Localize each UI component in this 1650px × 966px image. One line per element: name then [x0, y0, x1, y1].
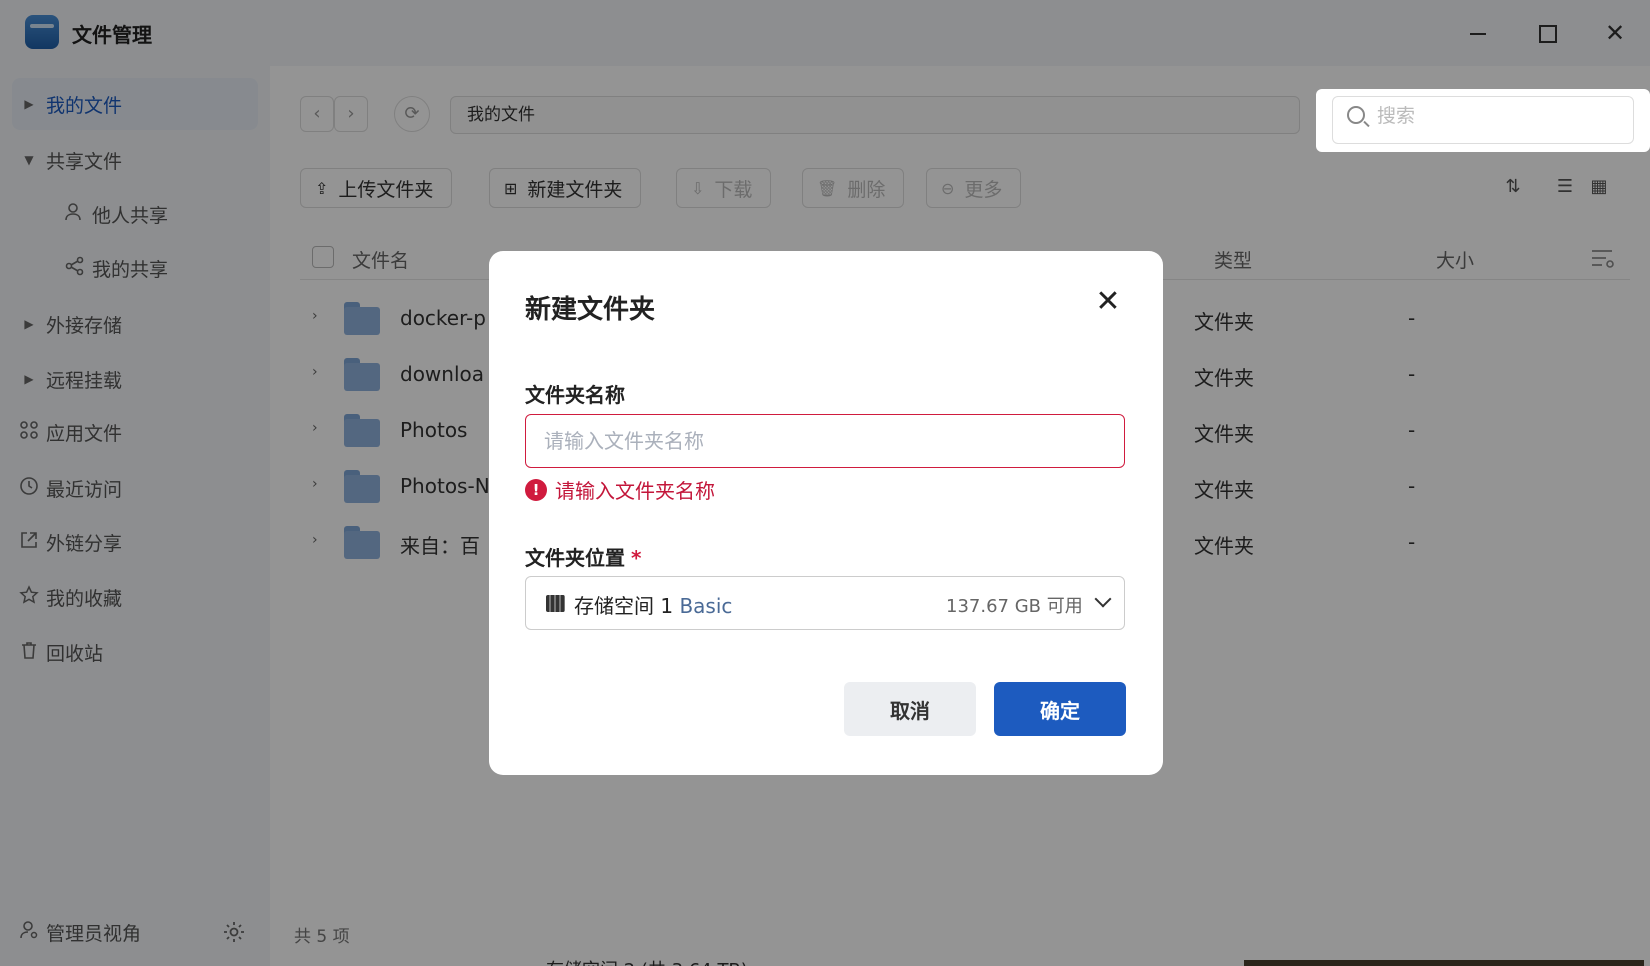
search-input[interactable] — [1377, 102, 1597, 130]
storage-free-space: 137.67 GB 可用 — [946, 596, 1083, 617]
required-marker: * — [631, 546, 642, 570]
search-highlight — [1316, 89, 1650, 152]
dialog-title: 新建文件夹 — [525, 295, 656, 325]
chevron-down-icon[interactable] — [1092, 591, 1114, 613]
folder-location-label: 文件夹位置 * — [525, 546, 642, 570]
new-folder-dialog: 新建文件夹 ✕ 文件夹名称 ! 请输入文件夹名称 文件夹位置* 存储空间 1 B… — [489, 251, 1163, 775]
error-message: 请输入文件夹名称 — [555, 479, 715, 503]
storage-name: 存储空间 1 Basic — [574, 594, 733, 618]
folder-name-label: 文件夹名称 — [525, 383, 625, 407]
cancel-button[interactable]: 取消 — [844, 682, 976, 736]
validation-error: ! 请输入文件夹名称 — [525, 475, 715, 504]
search-icon — [1347, 106, 1365, 124]
confirm-button[interactable]: 确定 — [994, 682, 1126, 736]
search-box[interactable] — [1332, 96, 1634, 144]
folder-location-select[interactable]: 存储空间 1 Basic 137.67 GB 可用 — [525, 576, 1125, 630]
error-icon: ! — [525, 478, 547, 501]
close-icon[interactable]: ✕ — [1093, 287, 1123, 317]
folder-name-input[interactable] — [525, 414, 1125, 468]
storage-icon — [546, 595, 565, 612]
